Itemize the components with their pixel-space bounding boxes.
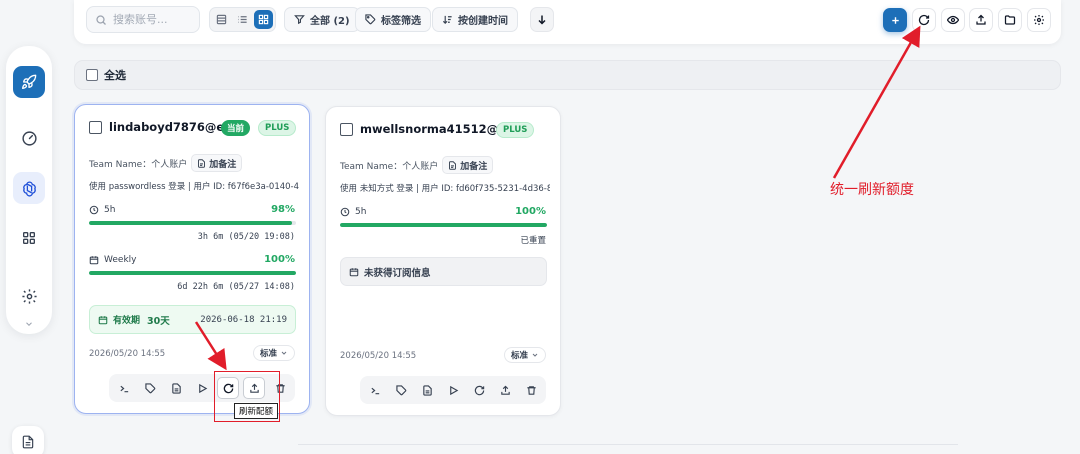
refresh-quota-tooltip: 刷新配额 — [234, 403, 279, 419]
arrow-to-refresh-all — [832, 25, 921, 179]
arrow-to-refresh-quota — [194, 321, 227, 371]
annotation-arrows — [194, 25, 921, 371]
annotation-label: 统一刷新额度 — [830, 182, 914, 198]
